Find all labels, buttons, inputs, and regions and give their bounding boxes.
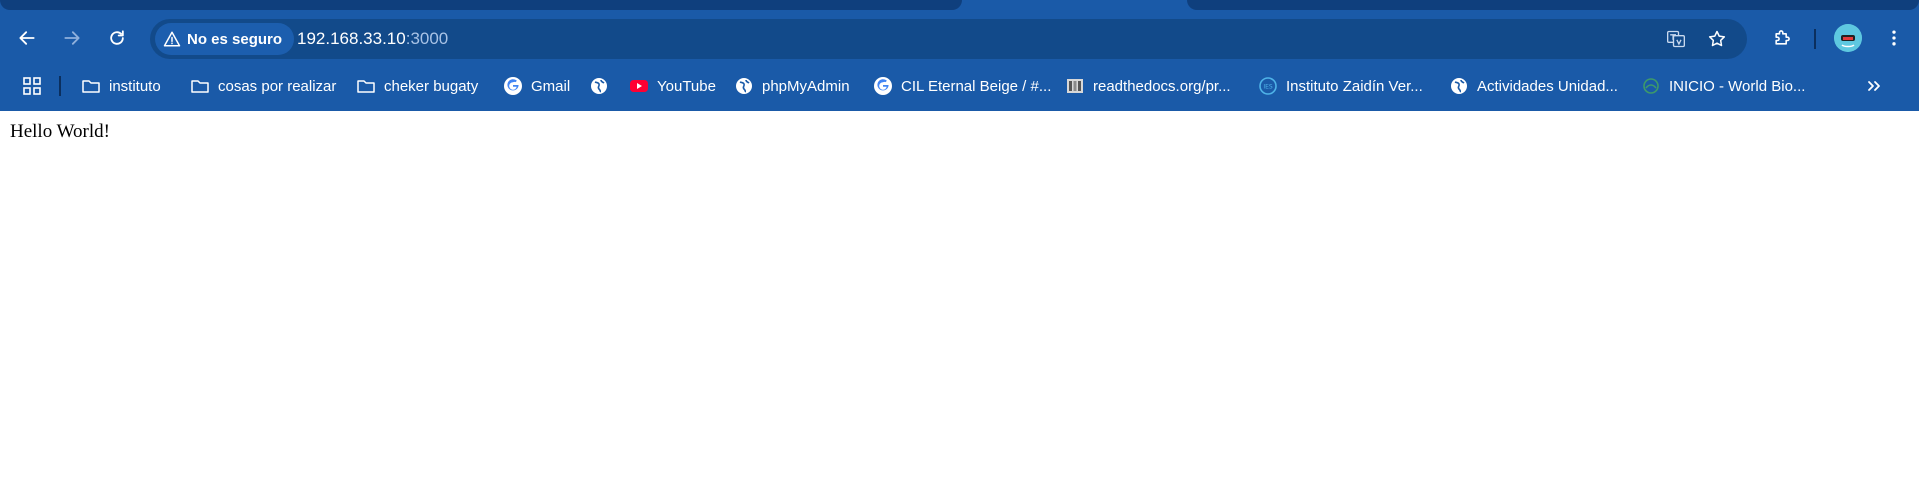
globe-icon — [1449, 76, 1469, 96]
bookmark-item[interactable]: instituto — [81, 69, 161, 103]
toolbar: No es seguro 192.168.33.10:3000 — [0, 16, 1919, 62]
reload-button[interactable] — [99, 20, 135, 56]
avatar-icon — [1834, 24, 1862, 52]
bookmark-label: instituto — [109, 77, 161, 95]
bookmark-item[interactable]: phpMyAdmin — [734, 69, 850, 103]
bookmark-item[interactable]: INICIO - World Bio... — [1641, 69, 1805, 103]
folder-icon — [190, 76, 210, 96]
world-bio-icon — [1641, 76, 1661, 96]
page-text: Hello World! — [10, 121, 110, 142]
svg-text:IES: IES — [1263, 84, 1273, 91]
double-chevron-right-icon — [1864, 76, 1884, 96]
folder-icon — [81, 76, 101, 96]
bookmarks-bar: instituto cosas por realizar cheker buga… — [0, 69, 1919, 103]
google-icon — [873, 76, 893, 96]
profile-avatar[interactable] — [1834, 24, 1862, 52]
security-label: No es seguro — [187, 30, 283, 48]
bookmark-item[interactable]: YouTube — [629, 69, 716, 103]
school-logo-icon: IES — [1258, 76, 1278, 96]
bookmark-item[interactable]: readthedocs.org/pr... — [1065, 69, 1231, 103]
bookmark-item[interactable]: Actividades Unidad... — [1449, 69, 1618, 103]
bookmark-item[interactable]: cheker bugaty — [356, 69, 478, 103]
toolbar-divider — [1814, 29, 1816, 49]
bookmark-item[interactable] — [589, 69, 617, 103]
folder-icon — [356, 76, 376, 96]
puzzle-icon — [1775, 30, 1790, 45]
more-vertical-icon — [1892, 30, 1896, 46]
forward-arrow-icon — [64, 31, 80, 45]
bookmark-label: Gmail — [531, 77, 571, 95]
address-bar[interactable]: No es seguro 192.168.33.10:3000 — [150, 19, 1747, 59]
bookmark-label: Instituto Zaidín Ver... — [1286, 77, 1423, 95]
reload-icon — [110, 30, 124, 45]
extensions-button[interactable] — [1764, 20, 1800, 56]
globe-icon — [589, 76, 609, 96]
apps-grid-icon — [22, 76, 42, 96]
translate-button[interactable] — [1660, 23, 1692, 55]
bookmark-item[interactable]: IES Instituto Zaidín Ver... — [1258, 69, 1423, 103]
page-content: Hello World! — [0, 111, 1919, 484]
browser-chrome: No es seguro 192.168.33.10:3000 institut… — [0, 0, 1919, 111]
tab-inactive[interactable] — [0, 0, 962, 10]
menu-button[interactable] — [1876, 20, 1912, 56]
url-host: 192.168.33.10 — [297, 29, 406, 48]
more-bookmarks-button[interactable] — [1864, 69, 1884, 103]
youtube-icon — [629, 76, 649, 96]
back-button[interactable] — [9, 20, 45, 56]
bookmark-label: INICIO - World Bio... — [1669, 77, 1806, 95]
globe-icon — [734, 76, 754, 96]
tab-inactive[interactable] — [1187, 0, 1919, 10]
security-indicator[interactable]: No es seguro — [155, 23, 295, 55]
bookmark-label: readthedocs.org/pr... — [1093, 77, 1231, 95]
bookmark-label: cheker bugaty — [384, 77, 479, 95]
bookmark-label: cosas por realizar — [218, 77, 337, 95]
back-arrow-icon — [19, 31, 35, 45]
apps-button[interactable] — [22, 69, 42, 103]
bookmarks-divider — [59, 76, 61, 96]
bookmark-label: CIL Eternal Beige / #... — [901, 77, 1052, 95]
translate-icon — [1667, 30, 1685, 48]
bookmark-label: YouTube — [657, 77, 716, 95]
star-icon — [1708, 30, 1726, 47]
bookmark-item[interactable]: Gmail — [503, 69, 570, 103]
bookmark-label: Actividades Unidad... — [1477, 77, 1618, 95]
google-icon — [503, 76, 523, 96]
bookmark-star-button[interactable] — [1701, 23, 1733, 55]
bookmark-item[interactable]: CIL Eternal Beige / #... — [873, 69, 1051, 103]
bookmark-label: phpMyAdmin — [762, 77, 850, 95]
forward-button[interactable] — [54, 20, 90, 56]
bookmark-item[interactable]: cosas por realizar — [190, 69, 336, 103]
url-text[interactable]: 192.168.33.10:3000 — [297, 29, 448, 49]
warning-icon — [163, 31, 181, 47]
docs-icon — [1065, 76, 1085, 96]
url-port: :3000 — [405, 29, 449, 48]
tab-strip — [0, 0, 1919, 10]
